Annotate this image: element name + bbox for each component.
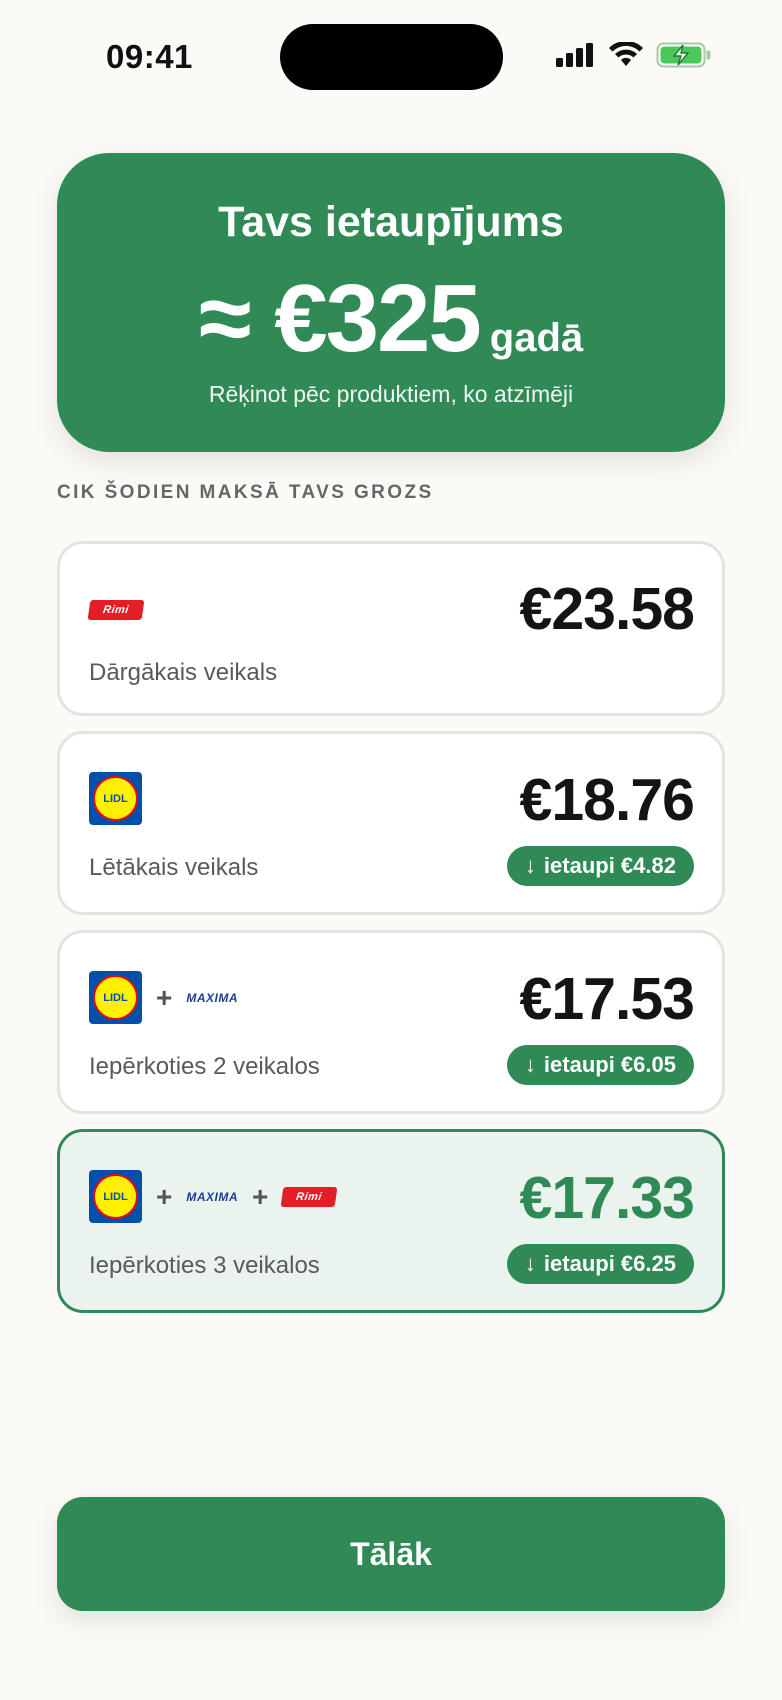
card-logos: LIDL + MAXIMA + Rimi <box>89 1170 338 1223</box>
plus-sign: + <box>252 1180 269 1212</box>
status-bar: 09:41 <box>0 0 782 110</box>
battery-charging-icon <box>656 42 711 68</box>
plus-sign: + <box>156 981 173 1013</box>
savings-badge: ↓ ietaupi €4.82 <box>506 846 694 886</box>
savings-text: ietaupi €4.82 <box>543 853 676 878</box>
savings-badge: ↓ ietaupi €6.05 <box>506 1045 694 1085</box>
rimi-logo: Rimi <box>87 600 145 620</box>
card-label: Iepērkoties 2 veikalos <box>89 1053 320 1080</box>
status-icons <box>556 42 712 68</box>
hero-amount-row: ≈ €325 gadā <box>57 271 725 367</box>
card-label: Iepērkoties 3 veikalos <box>89 1252 320 1279</box>
card-price: €18.76 <box>519 767 695 833</box>
rimi-logo: Rimi <box>280 1186 338 1207</box>
arrow-down-icon: ↓ <box>524 853 536 878</box>
next-button[interactable]: Tālāk <box>57 1497 725 1611</box>
card-price: €17.33 <box>519 1165 695 1231</box>
hero-period: gadā <box>489 316 584 360</box>
maxima-logo: MAXIMA <box>186 990 239 1005</box>
maxima-logo: MAXIMA <box>186 1189 239 1204</box>
card-logos: Rimi <box>87 600 145 620</box>
lidl-logo: LIDL <box>89 772 142 825</box>
lidl-logo: LIDL <box>89 971 142 1024</box>
savings-hero-card: Tavs ietaupījums ≈ €325 gadā Rēķinot pēc… <box>57 153 725 452</box>
signal-icon <box>556 43 593 67</box>
dynamic-island <box>280 24 503 90</box>
card-logos: LIDL <box>89 772 142 825</box>
lidl-logo: LIDL <box>89 1170 142 1223</box>
savings-text: ietaupi €6.25 <box>543 1251 676 1276</box>
hero-amount: ≈ €325 <box>198 265 482 372</box>
arrow-down-icon: ↓ <box>524 1052 536 1077</box>
card-price: €23.58 <box>519 576 695 642</box>
price-card-three-stores[interactable]: LIDL + MAXIMA + Rimi €17.33 Iepērkoties … <box>57 1129 725 1313</box>
savings-text: ietaupi €6.05 <box>543 1052 676 1077</box>
lidl-logo-text: LIDL <box>93 776 138 821</box>
hero-title: Tavs ietaupījums <box>218 198 564 246</box>
arrow-down-icon: ↓ <box>524 1251 536 1276</box>
lidl-logo-text: LIDL <box>93 1174 138 1219</box>
card-label: Dārgākais veikals <box>89 659 278 686</box>
section-label: CIK ŠODIEN MAKSĀ TAVS GROZS <box>57 482 434 503</box>
wifi-icon <box>609 42 643 66</box>
plus-sign: + <box>156 1180 173 1212</box>
lidl-logo-text: LIDL <box>93 975 138 1020</box>
price-card-cheapest[interactable]: LIDL €18.76 Lētākais veikals ↓ ietaupi €… <box>57 731 725 915</box>
card-logos: LIDL + MAXIMA <box>89 971 238 1024</box>
card-label: Lētākais veikals <box>89 854 259 881</box>
hero-caption: Rēķinot pēc produktiem, ko atzīmēji <box>208 381 574 407</box>
card-price: €17.53 <box>519 966 695 1032</box>
price-card-two-stores[interactable]: LIDL + MAXIMA €17.53 Iepērkoties 2 veika… <box>57 930 725 1114</box>
savings-badge: ↓ ietaupi €6.25 <box>506 1244 694 1284</box>
status-time: 09:41 <box>106 38 193 75</box>
price-card-most-expensive[interactable]: Rimi €23.58 Dārgākais veikals <box>57 541 725 716</box>
